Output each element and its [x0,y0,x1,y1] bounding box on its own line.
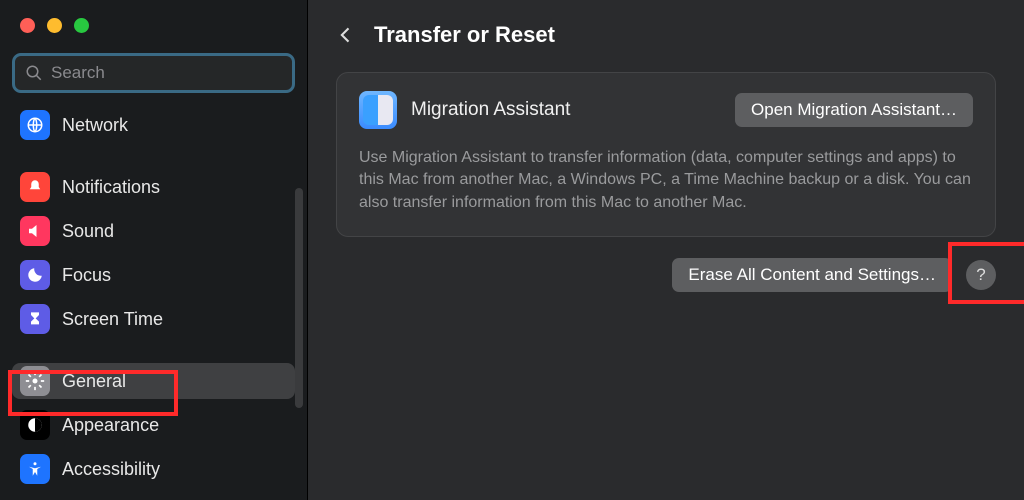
help-button[interactable]: ? [966,260,996,290]
fullscreen-window-button[interactable] [74,18,89,33]
accessibility-icon [20,454,50,484]
migration-panel: Migration Assistant Open Migration Assis… [336,72,996,237]
sidebar-item-network[interactable]: Network [12,107,295,143]
sidebar-item-label: Accessibility [62,459,160,480]
sidebar: Network Notifications Sound Focus [0,0,308,500]
back-icon[interactable] [336,24,356,46]
sidebar-item-screen-time[interactable]: Screen Time [12,301,295,337]
sidebar-item-focus[interactable]: Focus [12,257,295,293]
scrollbar[interactable] [295,188,303,408]
migration-assistant-icon [359,91,397,129]
migration-description: Use Migration Assistant to transfer info… [359,147,973,214]
sidebar-item-label: Sound [62,221,114,242]
sidebar-list: Network Notifications Sound Focus [10,107,297,487]
migration-label: Migration Assistant [411,99,721,121]
window-controls [10,14,297,53]
sidebar-item-label: General [62,371,126,392]
search-icon [25,64,43,82]
search-input[interactable] [43,63,282,83]
sidebar-item-general[interactable]: General [12,363,295,399]
speaker-icon [20,216,50,246]
sidebar-item-label: Network [62,115,128,136]
moon-icon [20,260,50,290]
appearance-icon [20,410,50,440]
sidebar-item-label: Screen Time [62,309,163,330]
sidebar-item-notifications[interactable]: Notifications [12,169,295,205]
sidebar-item-label: Appearance [62,415,159,436]
search-field[interactable] [12,53,295,93]
erase-all-button[interactable]: Erase All Content and Settings… [672,258,952,292]
sidebar-item-label: Notifications [62,177,160,198]
erase-row: Erase All Content and Settings… ? [672,258,996,292]
sidebar-item-accessibility[interactable]: Accessibility [12,451,295,487]
hourglass-icon [20,304,50,334]
gear-icon [20,366,50,396]
bell-icon [20,172,50,202]
open-migration-assistant-button[interactable]: Open Migration Assistant… [735,93,973,127]
page-title: Transfer or Reset [374,22,555,48]
sidebar-item-label: Focus [62,265,111,286]
main-pane: Transfer or Reset Migration Assistant Op… [308,0,1024,500]
close-window-button[interactable] [20,18,35,33]
minimize-window-button[interactable] [47,18,62,33]
header: Transfer or Reset [336,22,996,48]
sidebar-item-appearance[interactable]: Appearance [12,407,295,443]
sidebar-item-sound[interactable]: Sound [12,213,295,249]
globe-icon [20,110,50,140]
